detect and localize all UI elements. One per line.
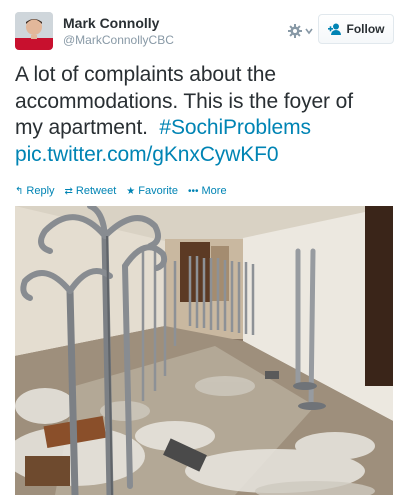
tweet-line-3-text: my apartment. bbox=[15, 116, 148, 139]
follow-button[interactable]: Follow bbox=[318, 14, 394, 44]
hashtag-link[interactable]: #SochiProblems bbox=[159, 116, 311, 139]
tweet-line-3: my apartment. #SochiProblems bbox=[15, 115, 395, 142]
reply-button[interactable]: ↰ Reply bbox=[15, 184, 55, 198]
tweet-text: A lot of complaints about the accommodat… bbox=[15, 62, 395, 168]
gear-icon bbox=[288, 24, 313, 38]
user-handle[interactable]: @MarkConnollyCBC bbox=[63, 32, 174, 48]
user-fullname[interactable]: Mark Connolly bbox=[63, 15, 174, 32]
avatar[interactable] bbox=[15, 12, 53, 50]
more-label: More bbox=[201, 185, 227, 197]
foyer-photo bbox=[15, 206, 393, 495]
tweet-header: Mark Connolly @MarkConnollyCBC Follow bbox=[15, 12, 394, 52]
retweet-label: Retweet bbox=[75, 185, 117, 197]
reply-label: Reply bbox=[26, 185, 55, 197]
retweet-button[interactable]: ⇄ Retweet bbox=[65, 184, 117, 198]
gear-menu-button[interactable] bbox=[285, 19, 315, 43]
tweet-line-2: accommodations. This is the foyer of bbox=[15, 89, 353, 113]
user-avatar-icon bbox=[15, 12, 53, 50]
pic-link[interactable]: pic.twitter.com/gKnxCywKF0 bbox=[15, 143, 279, 166]
user-names: Mark Connolly @MarkConnollyCBC bbox=[63, 15, 174, 48]
tweet-actions: ↰ Reply ⇄ Retweet ★ Favorite ••• More bbox=[15, 184, 227, 198]
favorite-button[interactable]: ★ Favorite bbox=[126, 184, 178, 198]
add-person-icon bbox=[327, 23, 341, 35]
follow-label: Follow bbox=[346, 22, 385, 36]
tweet-photo[interactable] bbox=[15, 206, 393, 495]
more-button[interactable]: ••• More bbox=[188, 184, 227, 198]
tweet-line-1: A lot of complaints about the bbox=[15, 63, 276, 86]
favorite-label: Favorite bbox=[138, 185, 178, 197]
reply-icon: ↰ bbox=[15, 185, 24, 197]
star-icon: ★ bbox=[126, 185, 136, 197]
more-icon: ••• bbox=[187, 185, 199, 197]
chevron-down-icon bbox=[305, 28, 313, 35]
retweet-icon: ⇄ bbox=[64, 185, 73, 197]
